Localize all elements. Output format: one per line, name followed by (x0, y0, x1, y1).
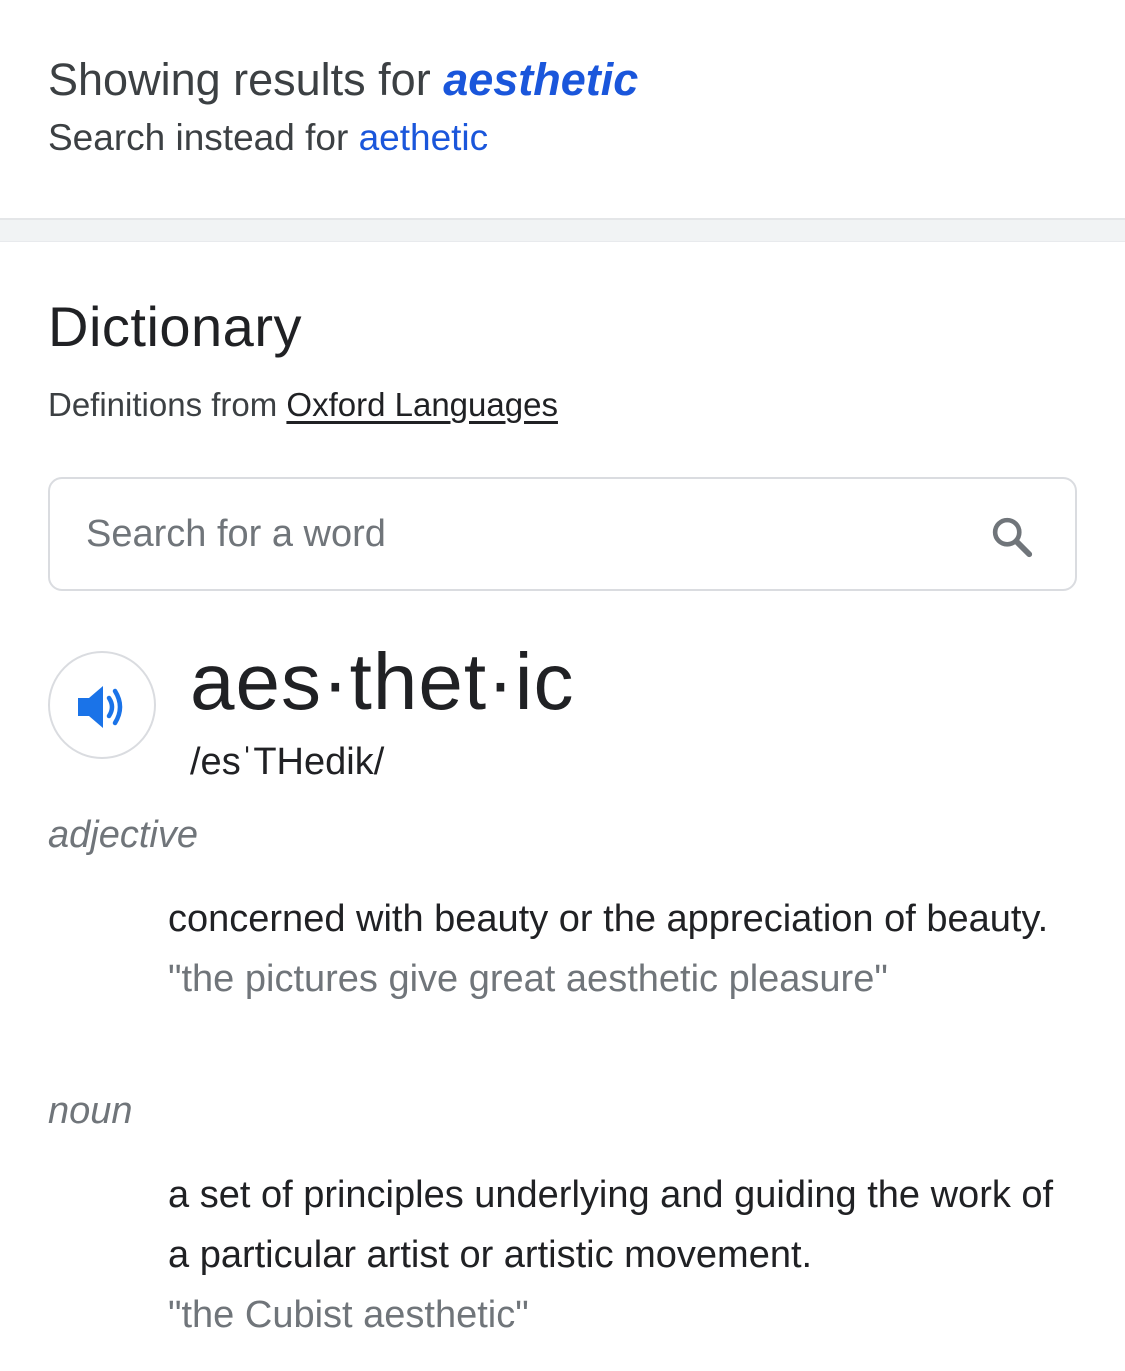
original-query-link[interactable]: aethetic (359, 117, 489, 158)
pronunciation-button[interactable] (48, 651, 156, 759)
dictionary-title: Dictionary (48, 295, 302, 358)
search-icon[interactable] (989, 514, 1035, 560)
spelling-correction: Showing results for aesthetic Search ins… (48, 50, 1077, 164)
phonetic-spelling: /esˈTHedik/ (190, 741, 385, 783)
search-instead-line: Search instead for aethetic (48, 112, 1077, 164)
section-divider (0, 218, 1125, 242)
definitions-source-label: Definitions from (48, 386, 287, 423)
corrected-query-link[interactable]: aesthetic (443, 54, 638, 105)
part-of-speech-noun: noun (48, 1090, 133, 1132)
showing-results-line: Showing results for aesthetic (48, 50, 1077, 110)
word-search-input[interactable] (86, 499, 946, 569)
definition-text: concerned with beauty or the appreciatio… (168, 898, 1049, 940)
speaker-icon (78, 686, 123, 728)
oxford-languages-link[interactable]: Oxford Languages (286, 386, 558, 423)
headword: aes·thet·ic (190, 637, 575, 726)
word-search-box (48, 477, 1077, 591)
definition-text: a set of principles underlying and guidi… (168, 1174, 1054, 1276)
example-sentence: "the Cubist aesthetic" (168, 1294, 529, 1336)
search-instead-label: Search instead for (48, 117, 359, 158)
example-sentence: "the pictures give great aesthetic pleas… (168, 958, 888, 1000)
sense-adjective: concerned with beauty or the appreciatio… (168, 889, 1068, 1009)
definitions-source: Definitions from Oxford Languages (48, 382, 558, 428)
part-of-speech-adjective: adjective (48, 814, 198, 856)
sense-noun: a set of principles underlying and guidi… (168, 1165, 1068, 1345)
showing-results-label: Showing results for (48, 54, 444, 105)
